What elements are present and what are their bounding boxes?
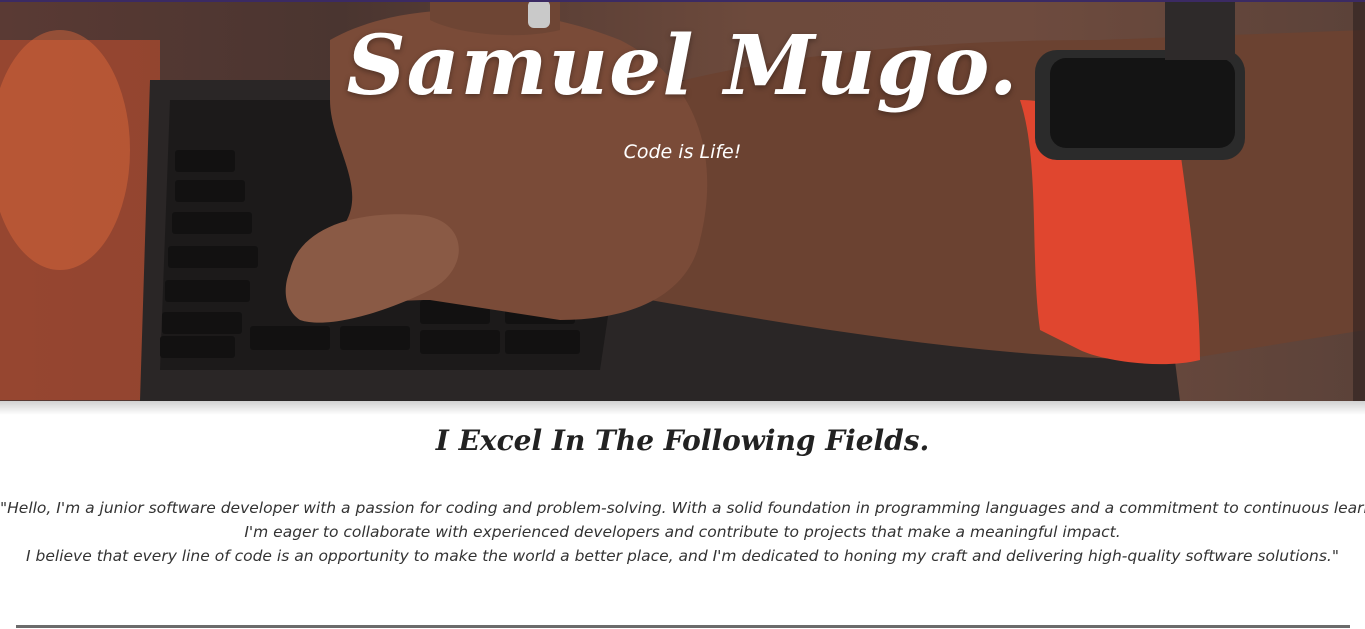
intro-line: I'm eager to collaborate with experience…: [244, 523, 1121, 541]
intro-line: "Hello, I'm a junior software developer …: [0, 499, 1365, 517]
hero-banner: Samuel Mugo. Code is Life!: [0, 0, 1365, 401]
hero-title: Samuel Mugo.: [346, 18, 1019, 114]
intro-line: I believe that every line of code is an …: [26, 547, 1339, 565]
hero-subtitle: Code is Life!: [623, 141, 742, 163]
top-accent-strip: [0, 0, 1365, 2]
hero-shadow: [0, 401, 1365, 415]
section-divider: [16, 625, 1350, 628]
intro-paragraph: "Hello, I'm a junior software developer …: [0, 496, 1365, 568]
section-heading: I Excel In The Following Fields.: [435, 424, 930, 457]
